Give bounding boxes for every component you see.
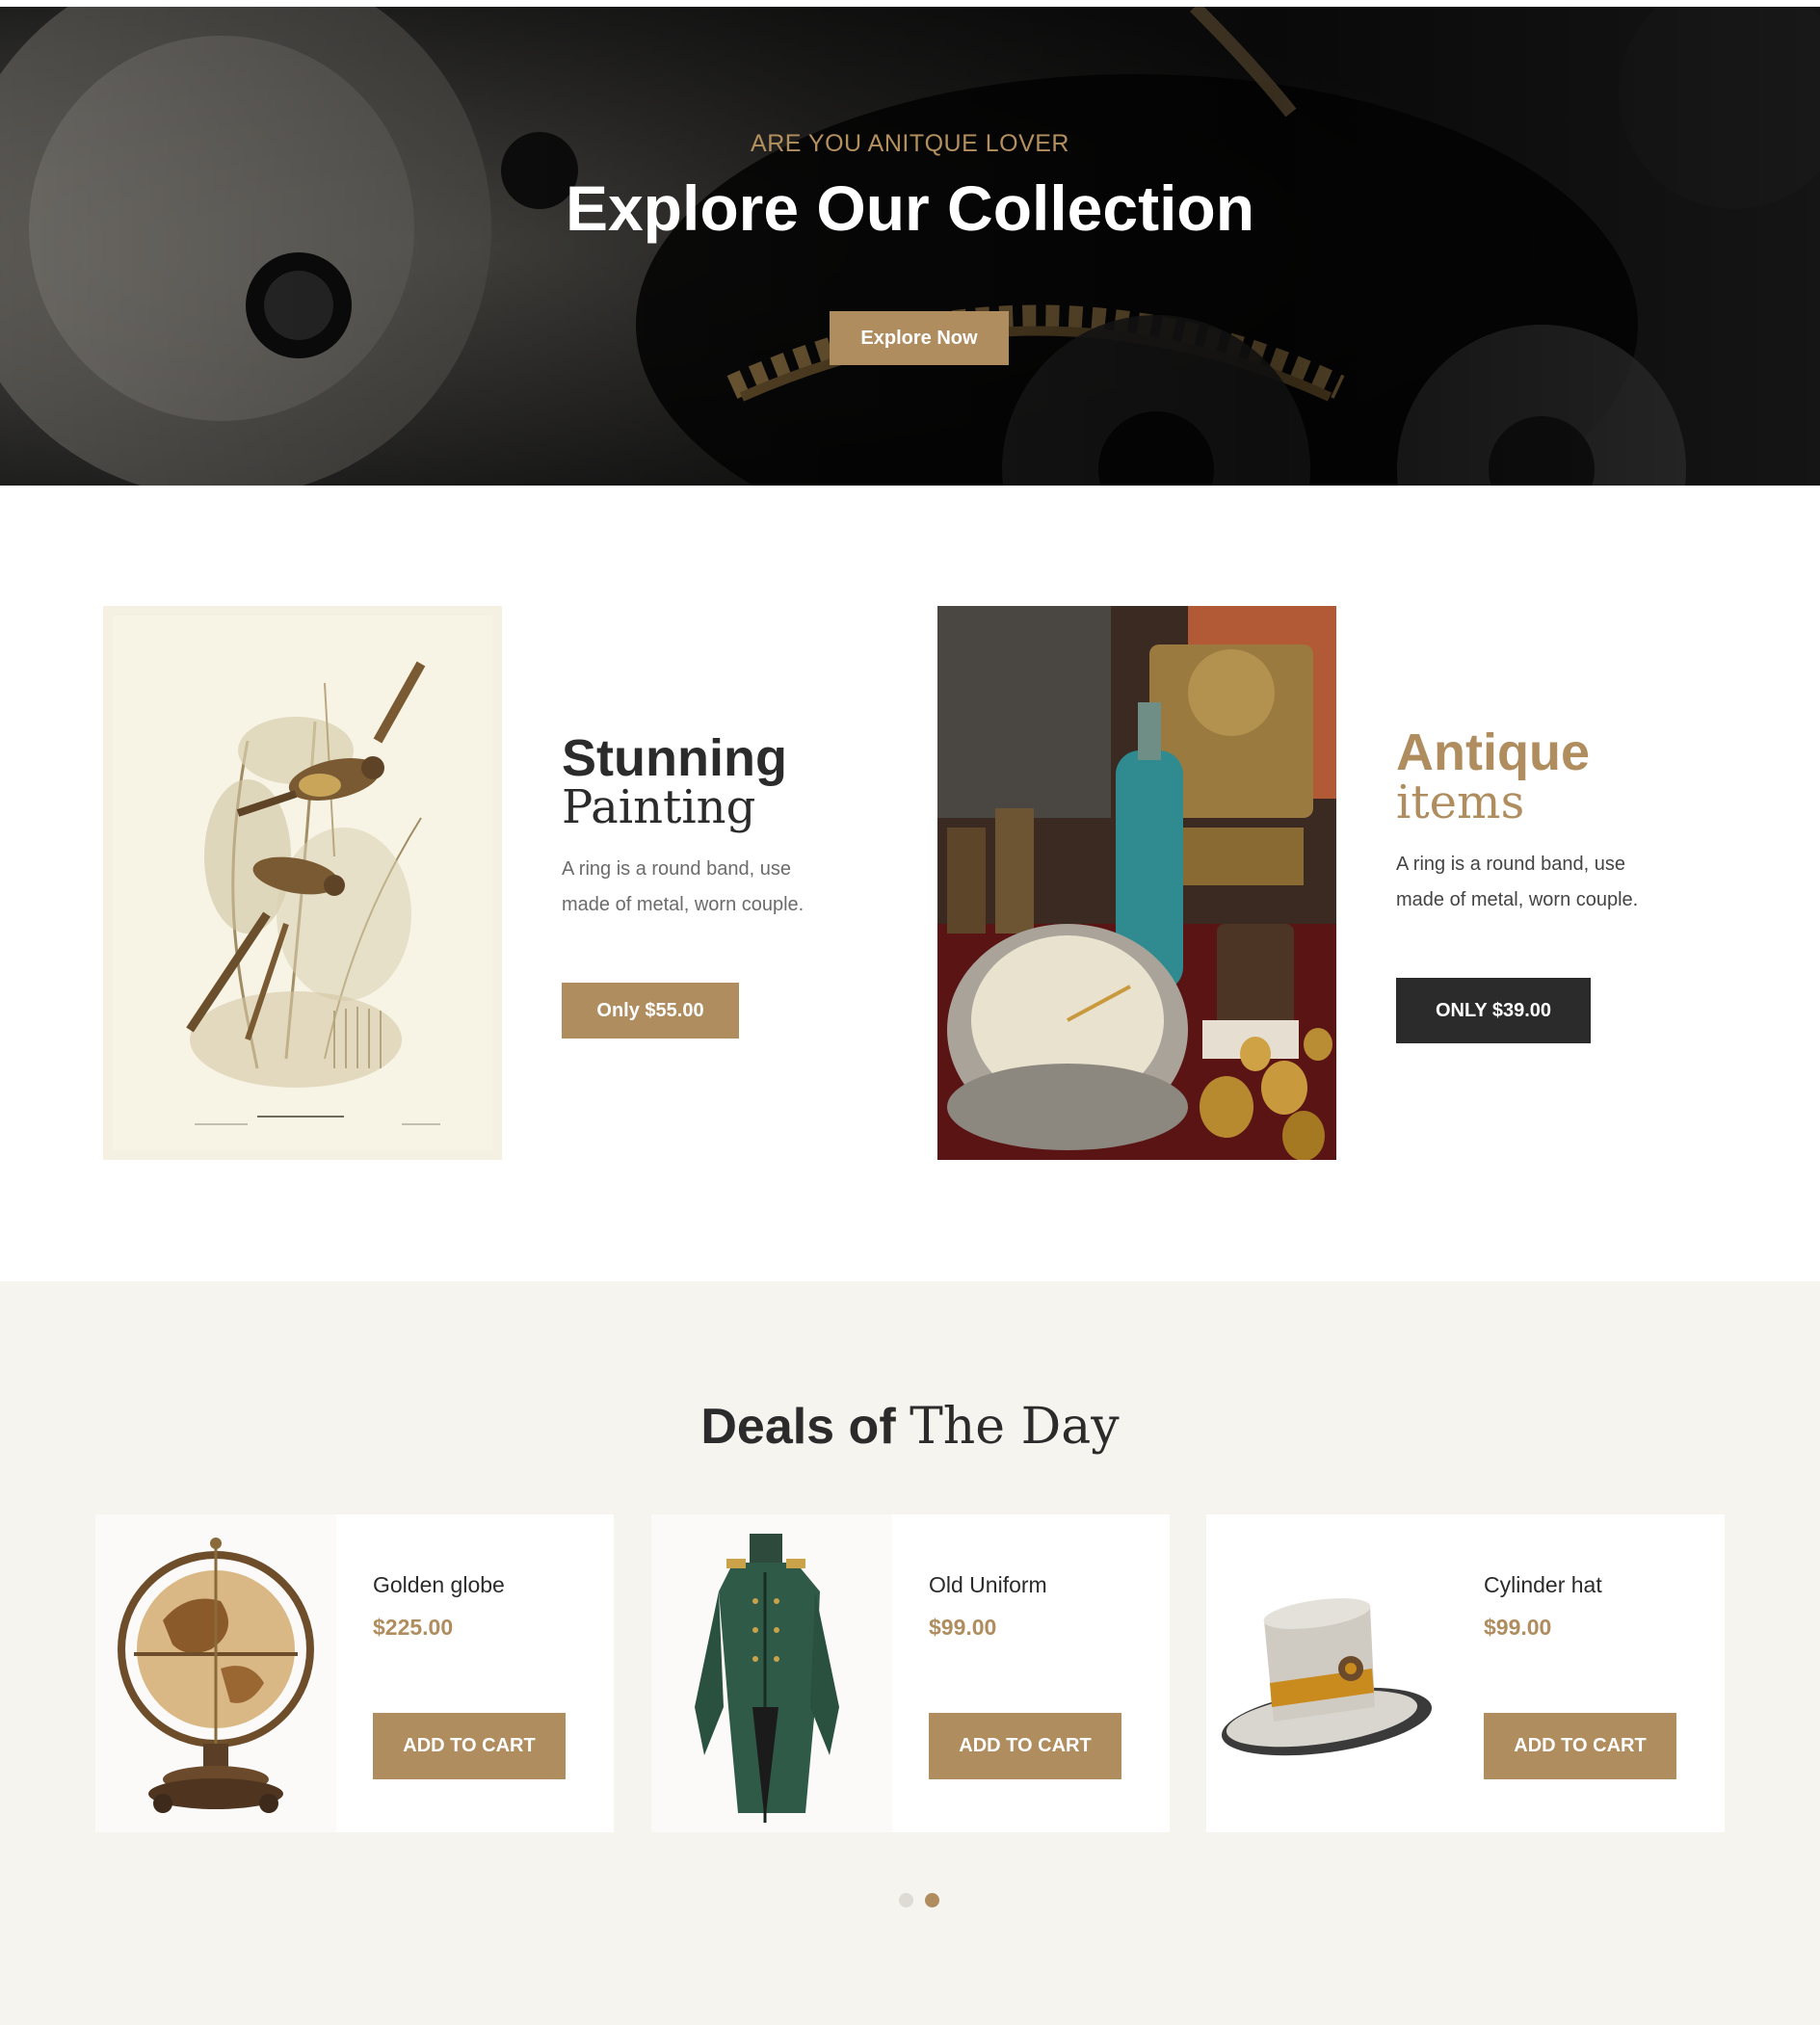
coat-image[interactable] bbox=[651, 1514, 892, 1832]
product-name[interactable]: Old Uniform bbox=[929, 1572, 1047, 1598]
top-border bbox=[0, 0, 1820, 7]
deals-title-bold: Deals of bbox=[700, 1399, 896, 1455]
product-card[interactable]: Golden globe $225.00 ADD TO CART bbox=[95, 1514, 614, 1832]
add-to-cart-button[interactable]: ADD TO CART bbox=[373, 1713, 566, 1779]
promo-description: A ring is a round band, use made of meta… bbox=[1396, 854, 1639, 910]
product-price: $225.00 bbox=[373, 1615, 454, 1640]
globe-image[interactable] bbox=[95, 1514, 336, 1832]
antique-price-button[interactable]: ONLY $39.00 bbox=[1396, 978, 1591, 1043]
product-card[interactable]: Old Uniform $99.00 ADD TO CART bbox=[651, 1514, 1170, 1832]
promo-description: A ring is a round band, use made of meta… bbox=[562, 858, 804, 915]
top-hat-image[interactable] bbox=[1206, 1514, 1447, 1832]
hero-content: ARE YOU ANITQUE LOVER Explore Our Collec… bbox=[0, 7, 1820, 486]
deals-title: Deals of The Day bbox=[0, 1397, 1820, 1457]
product-card[interactable]: Cylinder hat $99.00 ADD TO CART bbox=[1206, 1514, 1725, 1832]
carousel-dot-1[interactable] bbox=[899, 1893, 913, 1907]
explore-now-button[interactable]: Explore Now bbox=[830, 311, 1009, 365]
painting-price-button[interactable]: Only $55.00 bbox=[562, 983, 739, 1039]
product-price: $99.00 bbox=[1484, 1615, 1552, 1640]
add-to-cart-button[interactable]: ADD TO CART bbox=[1484, 1713, 1676, 1779]
hero-banner: ARE YOU ANITQUE LOVER Explore Our Collec… bbox=[0, 7, 1820, 486]
bird-painting-image[interactable] bbox=[103, 606, 502, 1160]
hero-eyebrow: ARE YOU ANITQUE LOVER bbox=[751, 130, 1069, 157]
promo-title-serif: Painting bbox=[562, 780, 756, 834]
add-to-cart-button[interactable]: ADD TO CART bbox=[929, 1713, 1121, 1779]
product-name[interactable]: Golden globe bbox=[373, 1572, 505, 1598]
product-name[interactable]: Cylinder hat bbox=[1484, 1572, 1602, 1598]
promo-section: Stunning Painting A ring is a round band… bbox=[0, 486, 1820, 1281]
promo-title-serif: items bbox=[1396, 776, 1525, 829]
product-price: $99.00 bbox=[929, 1615, 997, 1640]
antique-items-image[interactable] bbox=[937, 606, 1336, 1160]
promo-title-bold: Stunning bbox=[562, 729, 787, 787]
carousel-dot-2[interactable] bbox=[925, 1893, 939, 1907]
hero-title: Explore Our Collection bbox=[565, 172, 1255, 244]
promo-title-bold: Antique bbox=[1396, 723, 1590, 781]
deals-section: Deals of The Day Golden globe $225.00 AD… bbox=[0, 1281, 1820, 2025]
deals-title-serif: The Day bbox=[910, 1398, 1120, 1456]
